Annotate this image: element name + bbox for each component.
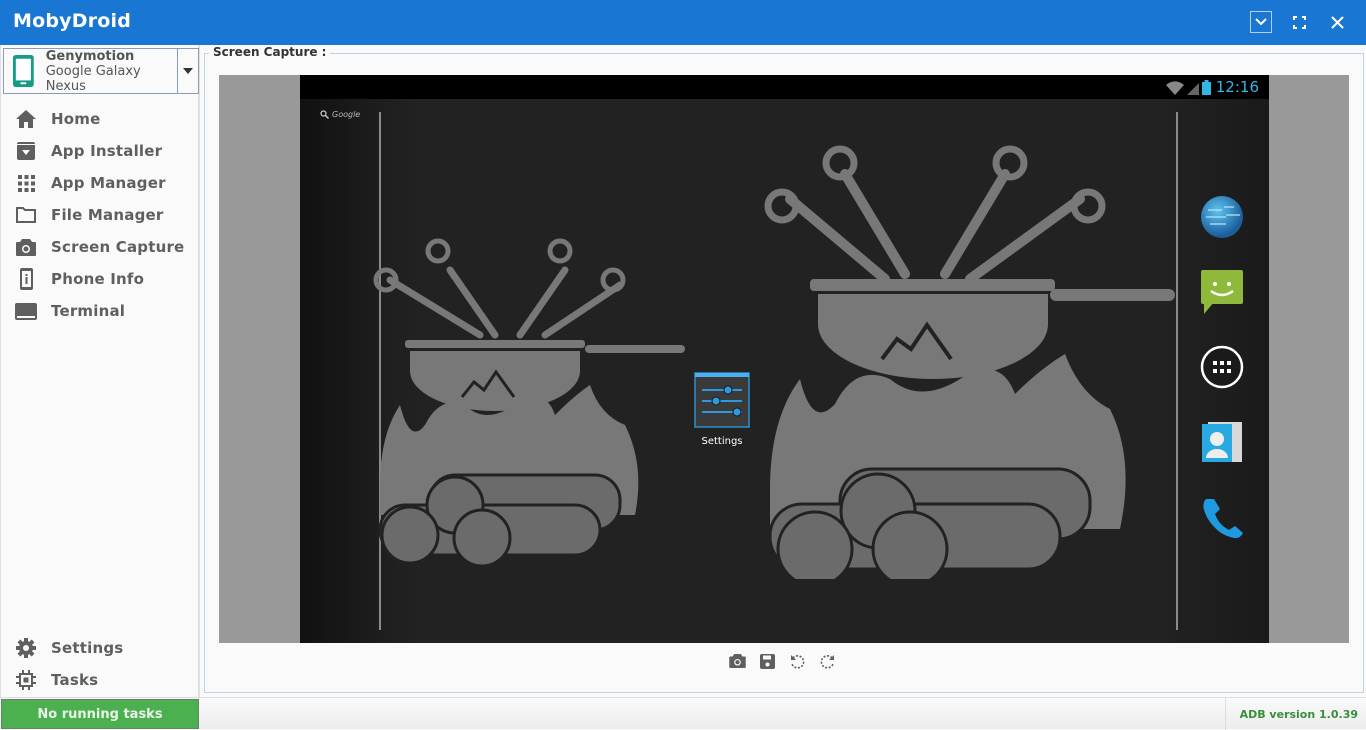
device-dropdown-button[interactable] [178, 49, 198, 93]
sidebar-item-label: App Installer [51, 142, 163, 160]
title-bar: MobyDroid [0, 0, 1366, 45]
download-box-icon [17, 142, 35, 160]
settings-sliders-icon [694, 372, 750, 428]
section-title: Screen Capture : [209, 45, 331, 59]
device-model: Google Galaxy Nexus [45, 63, 141, 94]
phone-dock [1200, 195, 1244, 570]
sidebar-item-label: Home [51, 110, 101, 128]
sidebar-item-file-manager[interactable]: File Manager [1, 199, 199, 231]
sidebar-item-label: Tasks [51, 671, 99, 689]
terminal-icon [15, 302, 37, 320]
adb-version-label: ADB version 1.0.39 [1225, 698, 1366, 730]
dock-messaging[interactable] [1200, 270, 1244, 314]
device-selector[interactable]: Genymotion Google Galaxy Nexus [3, 48, 199, 94]
phone-clock: 12:16 [1215, 78, 1259, 96]
sidebar-item-label: Phone Info [51, 270, 145, 288]
save-screenshot-button[interactable] [757, 651, 777, 671]
device-name: Genymotion [45, 48, 135, 64]
sidebar-item-app-manager[interactable]: App Manager [1, 167, 199, 199]
phone-call-icon [1203, 499, 1243, 539]
close-icon [1330, 15, 1344, 29]
sidebar-item-tasks[interactable]: Tasks [1, 664, 199, 696]
app-title: MobyDroid [13, 10, 132, 32]
main-panel: Screen Capture : 12:16 Google Settings [202, 45, 1366, 697]
camera-icon [16, 238, 36, 256]
battery-icon [1202, 80, 1211, 95]
close-button[interactable] [1326, 11, 1348, 33]
gear-icon [16, 638, 36, 658]
screen-capture-view: 12:16 Google Settings [219, 75, 1349, 643]
capture-toolbar [727, 651, 837, 671]
dock-people[interactable] [1200, 420, 1244, 464]
dock-all-apps[interactable] [1200, 345, 1244, 389]
caret-down-icon [183, 68, 193, 74]
folder-icon [16, 207, 36, 223]
all-apps-icon [1200, 345, 1244, 389]
sidebar-item-terminal[interactable]: Terminal [1, 295, 199, 327]
phone-home-screen[interactable]: Google Settings [300, 99, 1269, 643]
phone-status-bar: 12:16 [300, 75, 1269, 99]
google-search-label: Google [332, 110, 361, 119]
fullscreen-icon [1292, 15, 1306, 29]
wallpaper-fondue-right [764, 145, 1175, 579]
sidebar-item-screen-capture[interactable]: Screen Capture [1, 231, 199, 263]
device-info[interactable]: Genymotion Google Galaxy Nexus [4, 48, 178, 94]
contacts-icon [1202, 422, 1242, 462]
sidebar-item-settings[interactable]: Settings [1, 632, 199, 664]
apps-grid-icon [17, 174, 35, 192]
rotate-left-button[interactable] [787, 651, 807, 671]
sidebar-item-label: File Manager [51, 206, 164, 224]
google-search-widget[interactable]: Google [320, 110, 360, 119]
chip-icon [16, 670, 36, 690]
take-screenshot-button[interactable] [727, 651, 747, 671]
wallpaper-fondue-left [373, 238, 685, 565]
sidebar-item-phone-info[interactable]: Phone Info [1, 263, 199, 295]
sidebar-item-app-installer[interactable]: App Installer [1, 135, 199, 167]
chevron-down-icon [1255, 18, 1267, 26]
camera-icon [728, 654, 746, 668]
settings-app-label: Settings [701, 436, 743, 447]
search-icon [320, 110, 329, 119]
sidebar-item-label: Settings [51, 639, 124, 657]
sidebar-item-home[interactable]: Home [1, 103, 199, 135]
globe-icon [1201, 196, 1243, 238]
sidebar-nav: Home App Installer App Manager File Mana… [1, 103, 199, 327]
signal-icon [1187, 83, 1199, 95]
minimize-button[interactable] [1250, 11, 1272, 33]
sidebar: Genymotion Google Galaxy Nexus Home App … [0, 45, 200, 697]
home-icon [16, 110, 36, 128]
sidebar-item-label: App Manager [51, 174, 166, 192]
phone-info-icon [19, 268, 33, 290]
sidebar-bottom-nav: Settings Tasks [1, 632, 199, 696]
sidebar-item-label: Screen Capture [51, 238, 185, 256]
screen-capture-panel: Screen Capture : 12:16 Google Settings [204, 45, 1364, 693]
dock-phone[interactable] [1200, 495, 1244, 539]
maximize-button[interactable] [1288, 11, 1310, 33]
rotate-right-icon [820, 654, 834, 669]
messaging-icon [1201, 270, 1243, 314]
settings-app-icon[interactable]: Settings [692, 372, 752, 447]
rotate-right-button[interactable] [817, 651, 837, 671]
dock-browser[interactable] [1200, 195, 1244, 239]
phone-screen: 12:16 Google Settings [300, 75, 1269, 643]
wifi-icon [1166, 81, 1184, 95]
smartphone-icon [13, 54, 34, 88]
status-bar: No running tasks ADB version 1.0.39 [0, 697, 1366, 730]
rotate-left-icon [790, 654, 804, 669]
sidebar-item-label: Terminal [51, 302, 126, 320]
tasks-status-button[interactable]: No running tasks [1, 699, 199, 729]
save-icon [759, 653, 775, 669]
